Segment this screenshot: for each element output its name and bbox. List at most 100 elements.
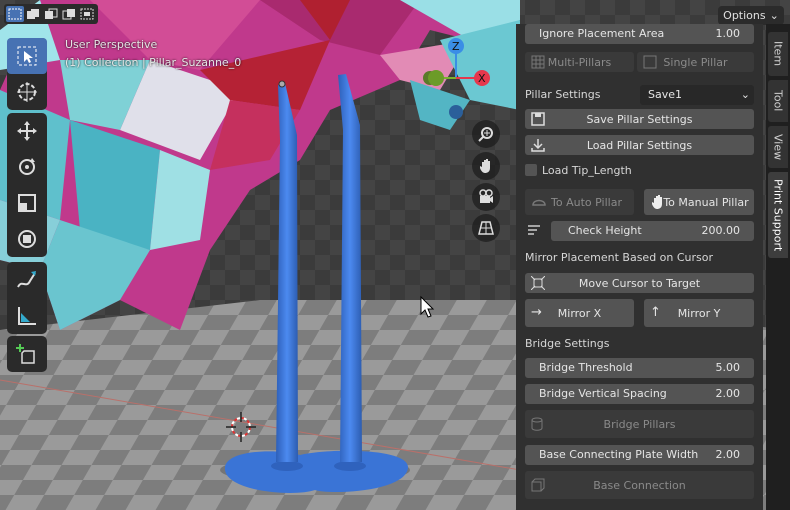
perspective-toggle-button[interactable]: [472, 214, 500, 242]
base-connection-label: Base Connection: [593, 478, 686, 492]
to-manual-label: To Manual Pillar: [663, 195, 749, 209]
mirror-placement-header: Mirror Placement Based on Cursor: [525, 251, 714, 264]
bridge-spacing-value: 2.00: [715, 387, 741, 400]
multi-pillars-label: Multi-Pillars: [547, 55, 612, 69]
tab-tool[interactable]: Tool: [768, 80, 788, 122]
options-dropdown[interactable]: Options ⌄: [718, 6, 784, 25]
load-settings-label: Load Pillar Settings: [586, 138, 693, 152]
object-label: (1) Collection | Pillar_Suzanne_0: [65, 56, 242, 69]
toolbar-group-transform: [7, 113, 47, 257]
tab-view-label: View: [771, 133, 785, 161]
check-height-field[interactable]: Check Height 200.00: [551, 221, 754, 241]
grid-perspective-icon: [478, 221, 494, 235]
bridge-threshold-label: Bridge Threshold: [539, 361, 633, 374]
zoom-icon: [478, 127, 493, 142]
tab-print-support[interactable]: Print Support: [768, 172, 788, 258]
load-pillar-settings-button[interactable]: Load Pillar Settings: [525, 135, 754, 155]
cursor-target-icon: [531, 276, 545, 290]
ignore-area-label: Ignore Placement Area: [539, 27, 665, 40]
toolbar-group-add: [7, 336, 47, 372]
rotate-tool[interactable]: [7, 149, 47, 185]
tab-item[interactable]: Item: [768, 32, 788, 76]
ignore-area-value: 1.00: [715, 27, 741, 40]
select-extend-icon[interactable]: [24, 6, 42, 22]
annotate-tool[interactable]: [7, 262, 47, 298]
camera-button[interactable]: [472, 183, 500, 211]
import-icon: [531, 139, 545, 152]
perspective-label: User Perspective: [65, 38, 158, 51]
pillar-settings-value: Save1: [648, 88, 682, 101]
plate-width-label: Base Connecting Plate Width: [539, 448, 699, 461]
move-cursor-label: Move Cursor to Target: [578, 276, 701, 290]
select-invert-icon[interactable]: [60, 6, 78, 22]
gizmo-x-label: X: [478, 72, 486, 85]
cursor-icon: [17, 82, 37, 102]
mirror-y-button[interactable]: ↑ Mirror Y: [644, 299, 754, 327]
bridge-settings-header: Bridge Settings: [525, 337, 610, 350]
toolbar-group-select: [7, 38, 47, 110]
to-auto-pillar-button[interactable]: To Auto Pillar: [525, 189, 634, 215]
select-intersect-icon[interactable]: [78, 6, 96, 22]
chevron-down-icon: ⌄: [740, 88, 750, 101]
check-height-label: Check Height: [568, 224, 642, 237]
scale-icon: [18, 194, 36, 212]
multi-pillars-button[interactable]: Multi-Pillars: [525, 52, 634, 72]
transform-tool[interactable]: [7, 221, 47, 257]
to-auto-label: To Auto Pillar: [551, 195, 622, 209]
bridge-spacing-label: Bridge Vertical Spacing: [539, 387, 667, 400]
base-plate-width-field[interactable]: Base Connecting Plate Width 2.00: [525, 445, 754, 465]
pillar-settings-label: Pillar Settings: [525, 88, 601, 101]
cursor-tool[interactable]: [7, 74, 47, 110]
print-support-panel: Ignore Placement Area 1.00 Multi-Pillars…: [516, 24, 763, 510]
tab-view[interactable]: View: [768, 126, 788, 168]
base-connection-button[interactable]: Base Connection: [525, 471, 754, 499]
cube-icon: [531, 478, 545, 492]
move-icon: [17, 121, 37, 141]
sidebar-tabs: Item Tool View Print Support: [766, 24, 790, 510]
add-cube-icon: [16, 344, 35, 364]
plate-width-value: 2.00: [715, 448, 741, 461]
bridge-threshold-value: 5.00: [715, 361, 741, 374]
bridge-pillars-button[interactable]: Bridge Pillars: [525, 410, 754, 438]
height-icon: [528, 225, 540, 235]
pan-button[interactable]: [472, 152, 500, 180]
move-tool[interactable]: [7, 113, 47, 149]
mirror-y-label: Mirror Y: [677, 306, 721, 320]
measure-tool[interactable]: [7, 298, 47, 334]
ignore-placement-area-field[interactable]: Ignore Placement Area 1.00: [525, 24, 754, 44]
measure-icon: [18, 307, 36, 325]
single-pillar-button[interactable]: Single Pillar: [637, 52, 754, 72]
select-new-icon[interactable]: [6, 6, 24, 22]
rotate-icon: [19, 158, 35, 175]
save-pillar-settings-button[interactable]: Save Pillar Settings: [525, 109, 754, 129]
pillar-settings-select[interactable]: Save1 ⌄: [640, 85, 754, 105]
arrow-up-icon: ↑: [650, 305, 661, 320]
move-cursor-to-target-button[interactable]: Move Cursor to Target: [525, 273, 754, 293]
tab-tool-label: Tool: [771, 90, 785, 112]
save-icon: [531, 112, 545, 126]
annotate-icon: [17, 271, 36, 288]
select-box-tool[interactable]: [7, 38, 47, 74]
gizmo-z-label: Z: [452, 40, 460, 53]
bridge-threshold-field[interactable]: Bridge Threshold 5.00: [525, 358, 754, 378]
bridge-pillars-label: Bridge Pillars: [603, 417, 676, 431]
scale-tool[interactable]: [7, 185, 47, 221]
add-cube-tool[interactable]: [7, 336, 47, 372]
load-tip-checkbox[interactable]: [525, 164, 537, 176]
navigation-gizmo[interactable]: X Z: [412, 34, 502, 124]
toolbar-group-annotate: [7, 262, 47, 334]
load-tip-label: Load Tip_Length: [542, 164, 632, 177]
to-manual-pillar-button[interactable]: To Manual Pillar: [644, 189, 754, 215]
bridge-vertical-spacing-field[interactable]: Bridge Vertical Spacing 2.00: [525, 384, 754, 404]
transform-icon: [18, 230, 36, 248]
arrow-right-icon: →: [531, 305, 542, 320]
zoom-button[interactable]: [472, 120, 500, 148]
tab-print-support-label: Print Support: [771, 178, 785, 252]
mirror-x-label: Mirror X: [557, 306, 602, 320]
hand-icon: [480, 159, 490, 173]
check-height-value: 200.00: [701, 224, 741, 237]
grid-icon: [531, 55, 545, 69]
select-subtract-icon[interactable]: [42, 6, 60, 22]
camera-icon: [479, 189, 493, 203]
mirror-x-button[interactable]: → Mirror X: [525, 299, 634, 327]
